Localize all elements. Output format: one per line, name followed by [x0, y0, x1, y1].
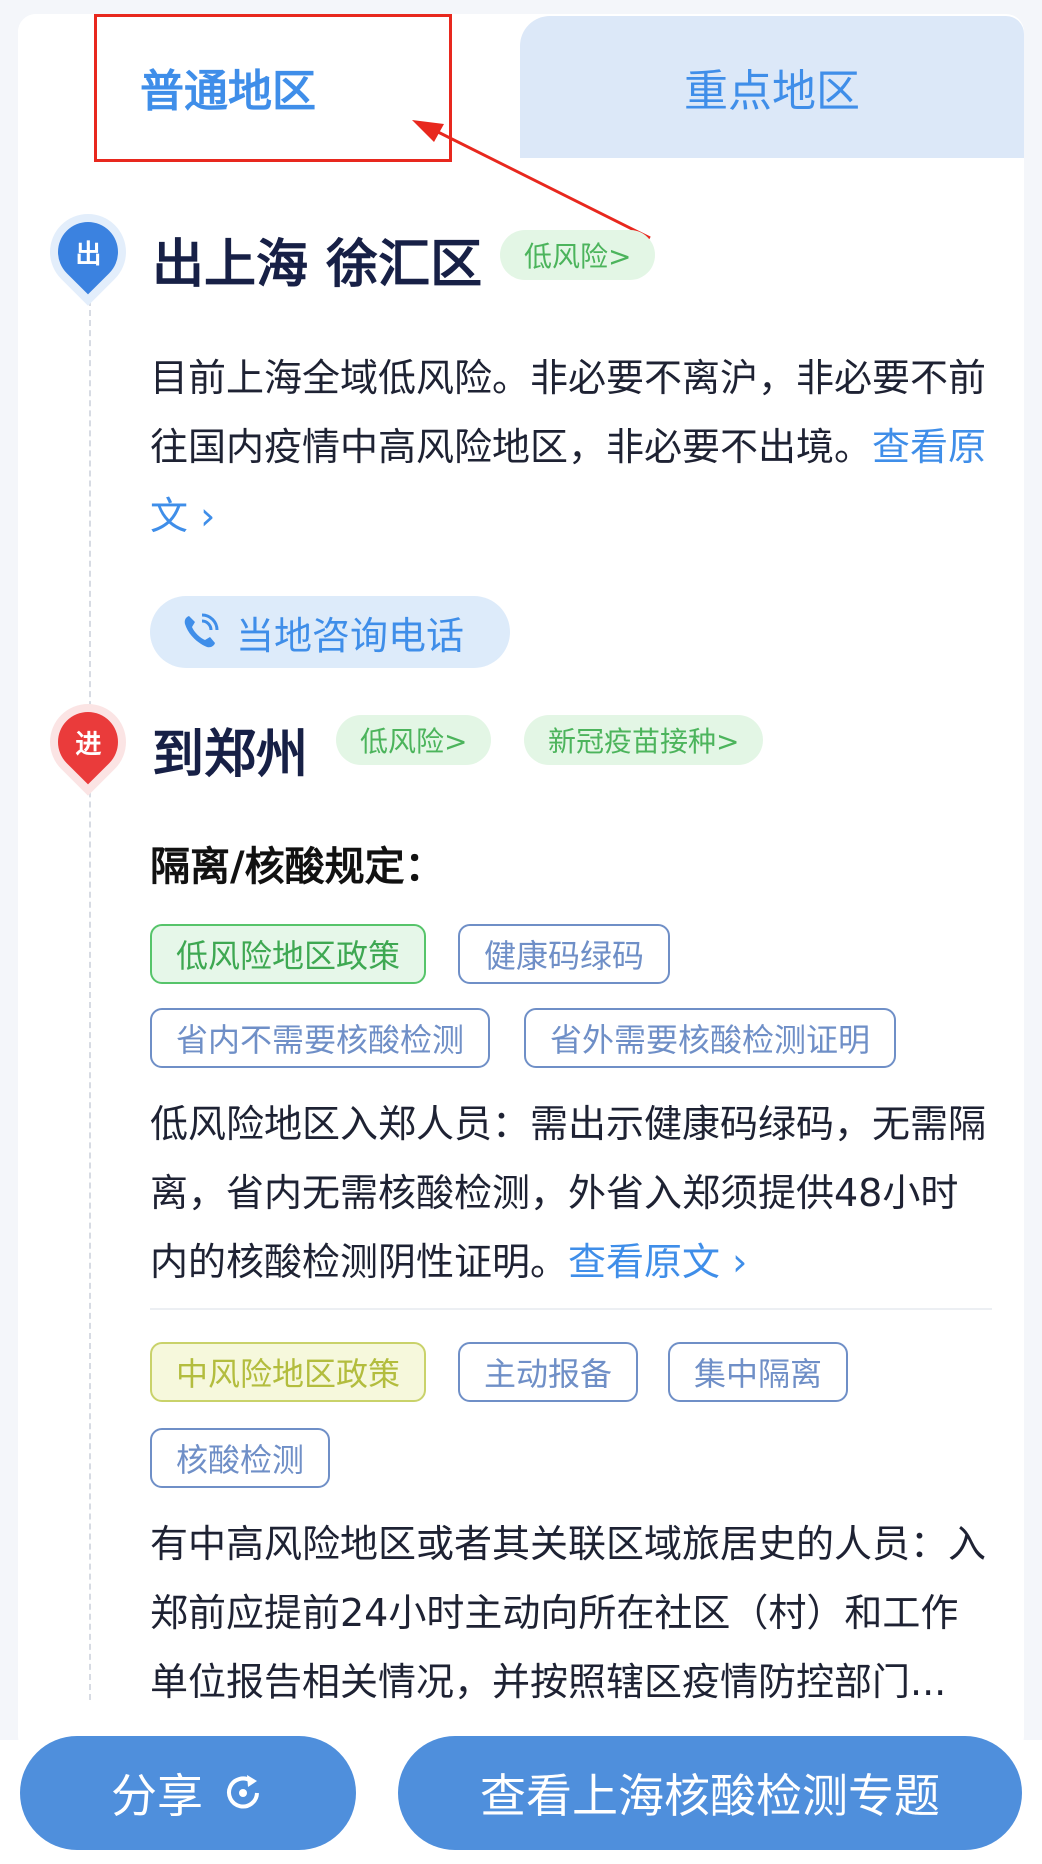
share-button[interactable]: 分享 [20, 1736, 356, 1850]
vaccine-pill[interactable]: 新冠疫苗接种> [524, 715, 764, 765]
arrival-risk-pill[interactable]: 低风险> [336, 715, 492, 765]
timeline-line [89, 300, 91, 1700]
tag-active-report: 主动报备 [458, 1342, 639, 1402]
arrival-view-original-link[interactable]: 查看原文 › [568, 1240, 747, 1284]
quarantine-rules-heading: 隔离/核酸规定： [150, 844, 445, 890]
phone-button-label: 当地咨询电话 [236, 613, 465, 658]
topic-label: 查看上海核酸检测专题 [480, 1770, 940, 1822]
departure-risk-pill[interactable]: 低风险> [500, 230, 656, 280]
low-risk-policy-text: 低风险地区入郑人员：需出示健康码绿码，无需隔离，省内无需核酸检测，外省入郑须提供… [150, 1102, 987, 1284]
tag-no-test-in-province: 省内不需要核酸检测 [150, 1008, 491, 1068]
tag-central-quarantine: 集中隔离 [668, 1342, 849, 1402]
phone-icon [184, 613, 219, 648]
arrival-title: 到郑州 [152, 725, 309, 785]
refresh-icon [227, 1775, 259, 1809]
departure-title: 出上海 徐汇区 [152, 235, 483, 295]
share-label: 分享 [111, 1770, 203, 1822]
local-consult-phone-button[interactable]: 当地咨询电话 [150, 596, 510, 668]
tag-low-risk-policy: 低风险地区政策 [150, 924, 427, 984]
tag-mid-risk-policy: 中风险地区政策 [150, 1342, 427, 1402]
mid-risk-policy-text: 有中高风险地区或者其关联区域旅居史的人员：入郑前应提前24小时主动向所在社区（村… [150, 1522, 987, 1704]
policy-divider [150, 1308, 992, 1310]
shanghai-nucleic-topic-button[interactable]: 查看上海核酸检测专题 [398, 1736, 1022, 1850]
tag-test-proof-out-province: 省外需要核酸检测证明 [524, 1008, 897, 1068]
departure-policy-text: 目前上海全域低风险。非必要不离沪，非必要不前往国内疫情中高风险地区，非必要不出境… [150, 356, 987, 538]
tag-nucleic-test: 核酸检测 [150, 1428, 331, 1488]
tag-health-code-green: 健康码绿码 [458, 924, 671, 984]
